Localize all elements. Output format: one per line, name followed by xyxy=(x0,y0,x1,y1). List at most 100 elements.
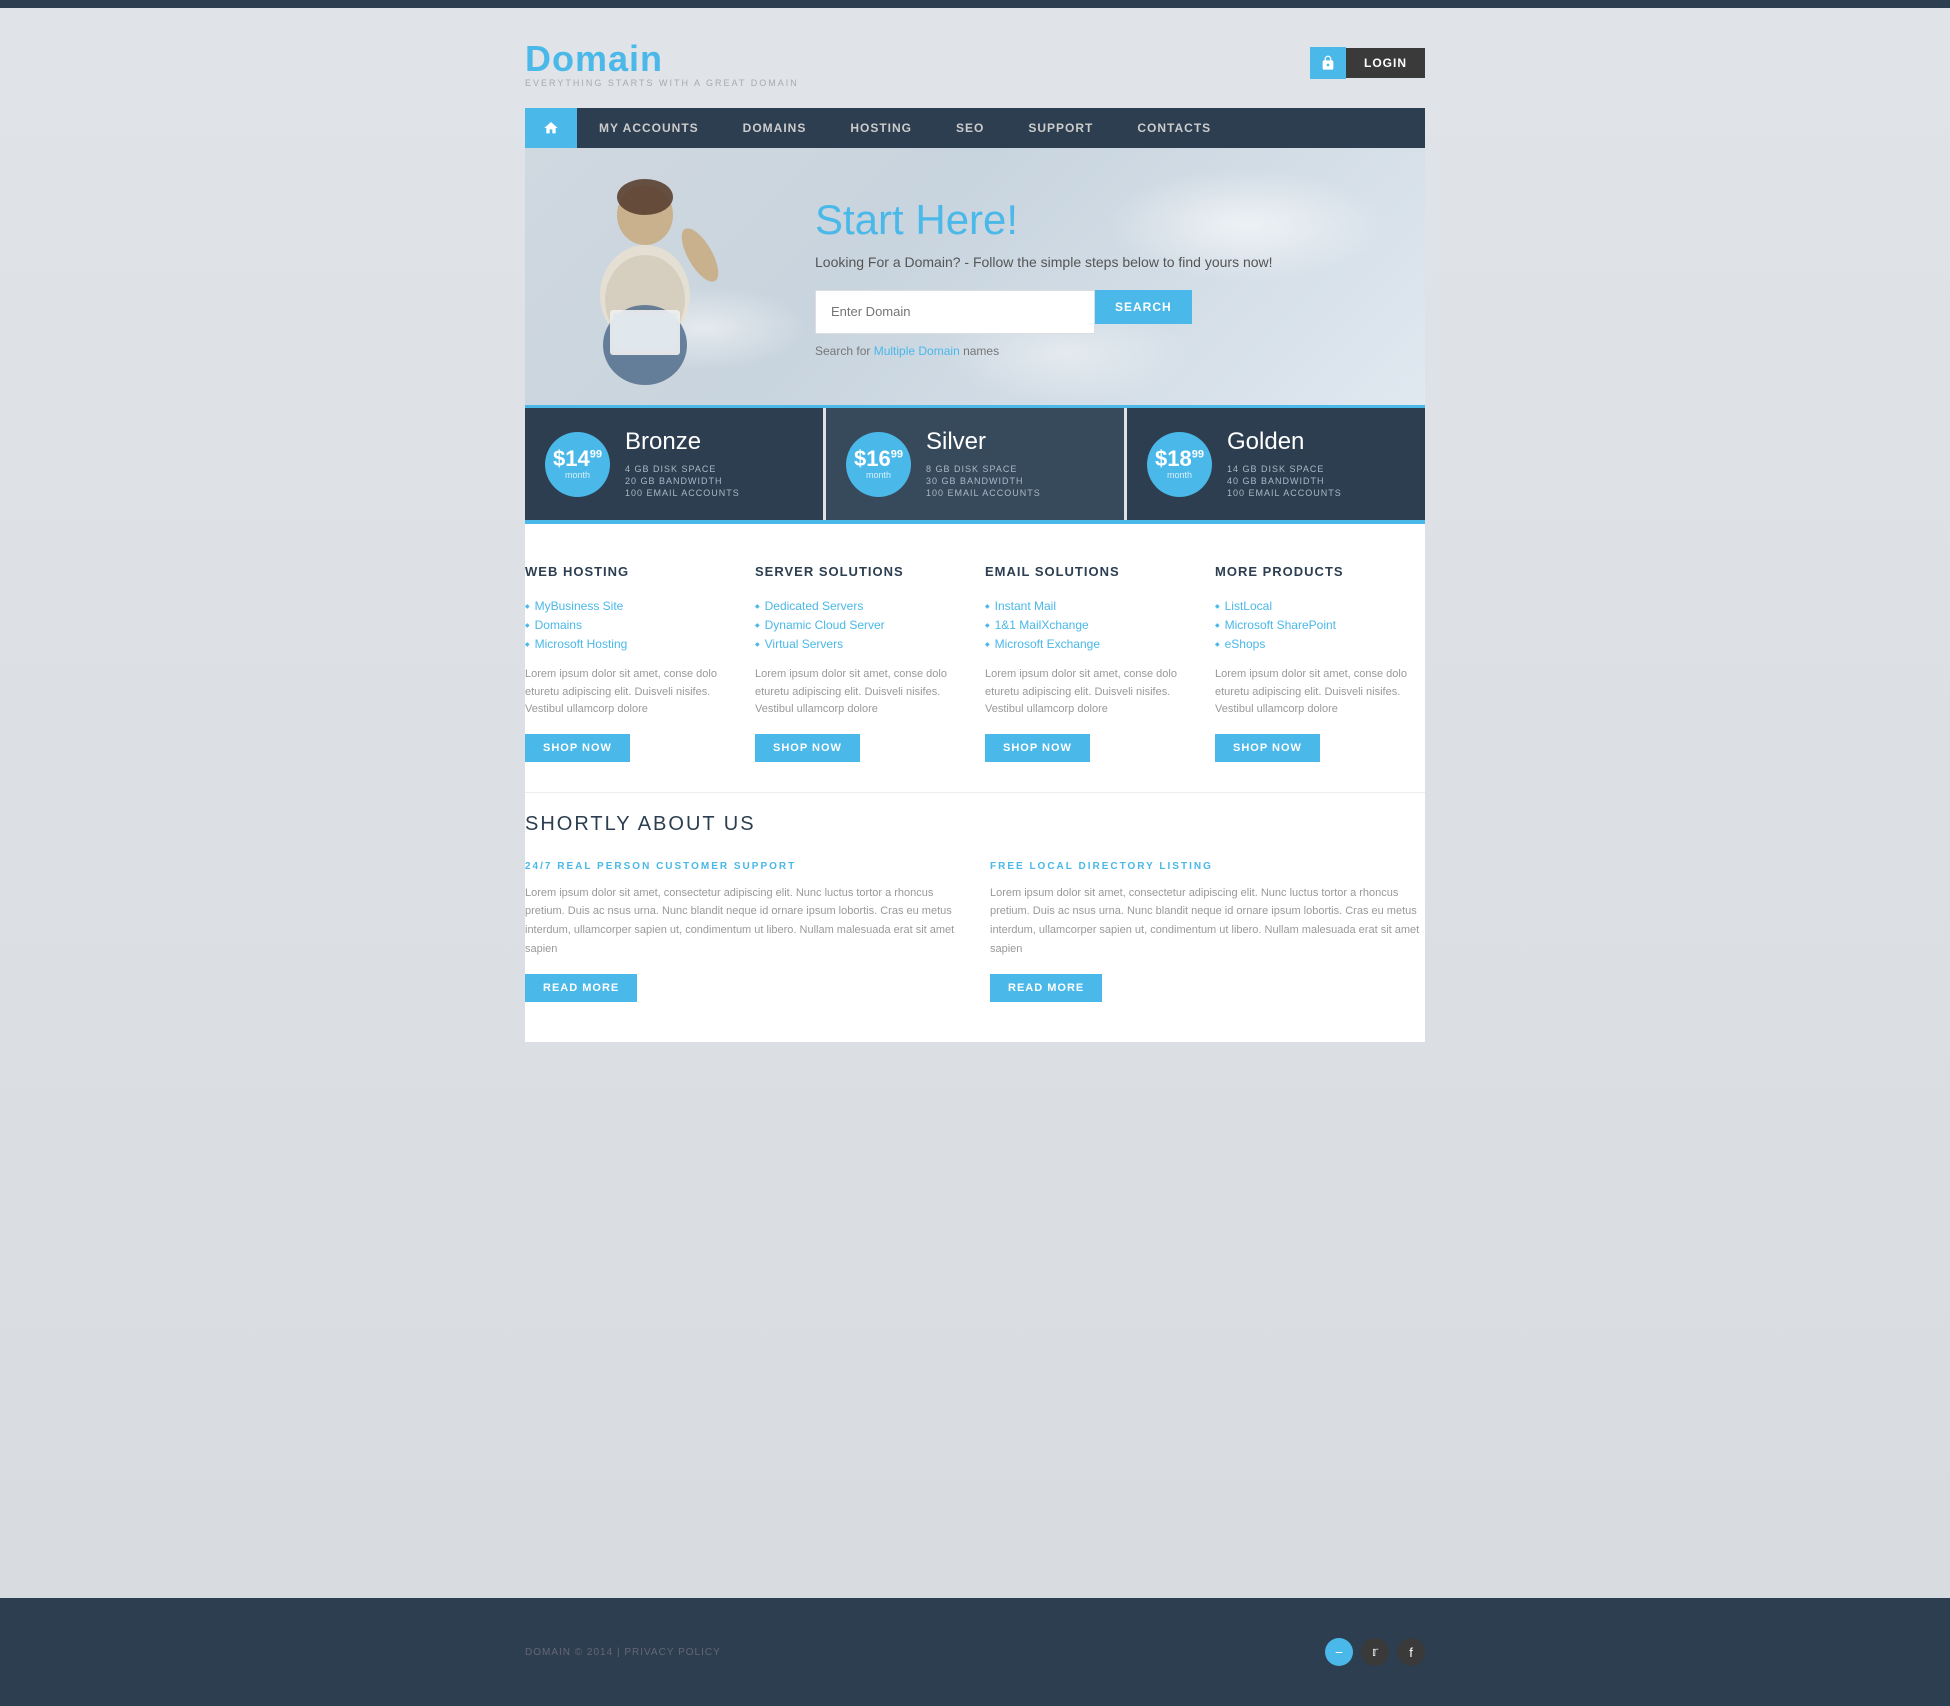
service-web-hosting-title: WEB HOSTING xyxy=(525,564,735,584)
about-directory-listing: FREE LOCAL DIRECTORY LISTING Lorem ipsum… xyxy=(990,861,1425,1002)
shop-now-more-products[interactable]: SHOP NOW xyxy=(1215,734,1320,762)
footer-copyright: DOMAIN © 2014 | PRIVACY POLICY xyxy=(525,1647,721,1658)
hero-content: Start Here! Looking For a Domain? - Foll… xyxy=(785,156,1303,398)
domain-search-button[interactable]: SEARCH xyxy=(1095,290,1192,324)
about-directory-listing-text: Lorem ipsum dolor sit amet, consectetur … xyxy=(990,884,1425,959)
services-section: WEB HOSTING MyBusiness Site Domains Micr… xyxy=(525,524,1425,792)
link-dynamic-cloud[interactable]: Dynamic Cloud Server xyxy=(755,618,965,632)
pricing-golden: $1899 month Golden 14 GB DISK SPACE 40 G… xyxy=(1127,408,1425,520)
logo-rest: omain xyxy=(552,38,663,79)
social-rss-button[interactable]: ⎯ xyxy=(1325,1638,1353,1666)
price-circle-silver: $1699 month xyxy=(846,432,911,497)
about-title: SHORTLY ABOUT US xyxy=(525,813,1425,836)
price-circle-golden: $1899 month xyxy=(1147,432,1212,497)
pricing-name-golden: Golden xyxy=(1227,428,1405,456)
read-more-customer-support[interactable]: READ MORE xyxy=(525,974,637,1002)
price-circle-bronze: $1499 month xyxy=(545,432,610,497)
pricing-bronze: $1499 month Bronze 4 GB DISK SPACE 20 GB… xyxy=(525,408,823,520)
rss-icon: ⎯ xyxy=(1336,1644,1343,1660)
link-mailxchange[interactable]: 1&1 MailXchange xyxy=(985,618,1195,632)
nav-my-accounts[interactable]: MY ACCOUNTS xyxy=(577,109,721,147)
price-period-silver: month xyxy=(866,470,891,480)
read-more-directory-listing[interactable]: READ MORE xyxy=(990,974,1102,1002)
service-email-solutions: EMAIL SOLUTIONS Instant Mail 1&1 MailXch… xyxy=(985,564,1195,762)
link-microsoft-exchange[interactable]: Microsoft Exchange xyxy=(985,637,1195,651)
price-amount-golden: $1899 xyxy=(1155,448,1204,470)
nav-support[interactable]: SUPPORT xyxy=(1006,109,1115,147)
service-more-products: MORE PRODUCTS ListLocal Microsoft ShareP… xyxy=(1215,564,1425,762)
header: Domain EVERYTHING STARTS WITH A GREAT DO… xyxy=(525,28,1425,108)
social-icons: ⎯ 𝕣 f xyxy=(1325,1638,1425,1666)
hero-section: Start Here! Looking For a Domain? - Foll… xyxy=(525,148,1425,408)
login-icon xyxy=(1310,47,1346,79)
price-period-bronze: month xyxy=(565,470,590,480)
service-email-solutions-links: Instant Mail 1&1 MailXchange Microsoft E… xyxy=(985,599,1195,651)
pricing-name-silver: Silver xyxy=(926,428,1104,456)
link-listlocal[interactable]: ListLocal xyxy=(1215,599,1425,613)
nav-contacts[interactable]: CONTACTS xyxy=(1115,109,1233,147)
home-icon xyxy=(543,120,559,136)
service-more-products-desc: Lorem ipsum dolor sit amet, conse dolo e… xyxy=(1215,666,1425,719)
pricing-features-golden: 14 GB DISK SPACE 40 GB BANDWIDTH 100 EMA… xyxy=(1227,464,1405,498)
feature-disk-silver: 8 GB DISK SPACE xyxy=(926,464,1104,474)
feature-disk-bronze: 4 GB DISK SPACE xyxy=(625,464,803,474)
footer-copy-text: DOMAIN © 2014 | PRIVACY POLICY xyxy=(525,1647,721,1658)
hero-title: Start Here! xyxy=(815,196,1273,244)
domain-search-form: SEARCH xyxy=(815,290,1273,334)
hero-multiple-link[interactable]: Multiple Domain xyxy=(874,344,960,358)
link-sharepoint[interactable]: Microsoft SharePoint xyxy=(1215,618,1425,632)
facebook-icon: f xyxy=(1409,1645,1413,1660)
social-facebook-button[interactable]: f xyxy=(1397,1638,1425,1666)
shop-now-email-solutions[interactable]: SHOP NOW xyxy=(985,734,1090,762)
about-customer-support-heading: 24/7 REAL PERSON CUSTOMER SUPPORT xyxy=(525,861,960,872)
twitter-icon: 𝕣 xyxy=(1372,1644,1378,1660)
about-customer-support: 24/7 REAL PERSON CUSTOMER SUPPORT Lorem … xyxy=(525,861,960,1002)
service-email-solutions-title: EMAIL SOLUTIONS xyxy=(985,564,1195,584)
pricing-name-bronze: Bronze xyxy=(625,428,803,456)
service-server-solutions-desc: Lorem ipsum dolor sit amet, conse dolo e… xyxy=(755,666,965,719)
feature-email-bronze: 100 EMAIL ACCOUNTS xyxy=(625,488,803,498)
hero-person-image xyxy=(545,155,765,405)
nav-home-button[interactable] xyxy=(525,108,577,148)
logo-tagline: EVERYTHING STARTS WITH A GREAT DOMAIN xyxy=(525,78,799,88)
hero-multiple-suffix: names xyxy=(960,344,999,358)
link-instant-mail[interactable]: Instant Mail xyxy=(985,599,1195,613)
feature-email-golden: 100 EMAIL ACCOUNTS xyxy=(1227,488,1405,498)
nav-domains[interactable]: DOMAINS xyxy=(721,109,829,147)
price-period-golden: month xyxy=(1167,470,1192,480)
shop-now-web-hosting[interactable]: SHOP NOW xyxy=(525,734,630,762)
link-eshops[interactable]: eShops xyxy=(1215,637,1425,651)
footer-inner: DOMAIN © 2014 | PRIVACY POLICY ⎯ 𝕣 f xyxy=(525,1638,1425,1666)
service-web-hosting-links: MyBusiness Site Domains Microsoft Hostin… xyxy=(525,599,735,651)
pricing-info-silver: Silver 8 GB DISK SPACE 30 GB BANDWIDTH 1… xyxy=(926,428,1104,500)
feature-bandwidth-golden: 40 GB BANDWIDTH xyxy=(1227,476,1405,486)
service-web-hosting-desc: Lorem ipsum dolor sit amet, conse dolo e… xyxy=(525,666,735,719)
about-grid: 24/7 REAL PERSON CUSTOMER SUPPORT Lorem … xyxy=(525,861,1425,1002)
hero-multiple-text: Search for Multiple Domain names xyxy=(815,344,1273,358)
about-customer-support-text: Lorem ipsum dolor sit amet, consectetur … xyxy=(525,884,960,959)
link-dedicated-servers[interactable]: Dedicated Servers xyxy=(755,599,965,613)
domain-search-input[interactable] xyxy=(815,290,1095,334)
link-domains[interactable]: Domains xyxy=(525,618,735,632)
pricing-info-golden: Golden 14 GB DISK SPACE 40 GB BANDWIDTH … xyxy=(1227,428,1405,500)
main-nav: MY ACCOUNTS DOMAINS HOSTING SEO SUPPORT … xyxy=(525,108,1425,148)
link-virtual-servers[interactable]: Virtual Servers xyxy=(755,637,965,651)
link-microsoft-hosting[interactable]: Microsoft Hosting xyxy=(525,637,735,651)
nav-seo[interactable]: SEO xyxy=(934,109,1006,147)
service-more-products-links: ListLocal Microsoft SharePoint eShops xyxy=(1215,599,1425,651)
feature-bandwidth-bronze: 20 GB BANDWIDTH xyxy=(625,476,803,486)
login-button[interactable]: LOGIN xyxy=(1346,48,1425,78)
service-server-solutions-title: SERVER SOLUTIONS xyxy=(755,564,965,584)
pricing-features-bronze: 4 GB DISK SPACE 20 GB BANDWIDTH 100 EMAI… xyxy=(625,464,803,498)
price-amount-silver: $1699 xyxy=(854,448,903,470)
service-server-solutions: SERVER SOLUTIONS Dedicated Servers Dynam… xyxy=(755,564,965,762)
social-twitter-button[interactable]: 𝕣 xyxy=(1361,1638,1389,1666)
services-grid: WEB HOSTING MyBusiness Site Domains Micr… xyxy=(525,564,1425,762)
pricing-silver: $1699 month Silver 8 GB DISK SPACE 30 GB… xyxy=(826,408,1124,520)
shop-now-server-solutions[interactable]: SHOP NOW xyxy=(755,734,860,762)
link-mybusiness[interactable]: MyBusiness Site xyxy=(525,599,735,613)
nav-hosting[interactable]: HOSTING xyxy=(828,109,934,147)
feature-bandwidth-silver: 30 GB BANDWIDTH xyxy=(926,476,1104,486)
price-amount-bronze: $1499 xyxy=(553,448,602,470)
feature-disk-golden: 14 GB DISK SPACE xyxy=(1227,464,1405,474)
